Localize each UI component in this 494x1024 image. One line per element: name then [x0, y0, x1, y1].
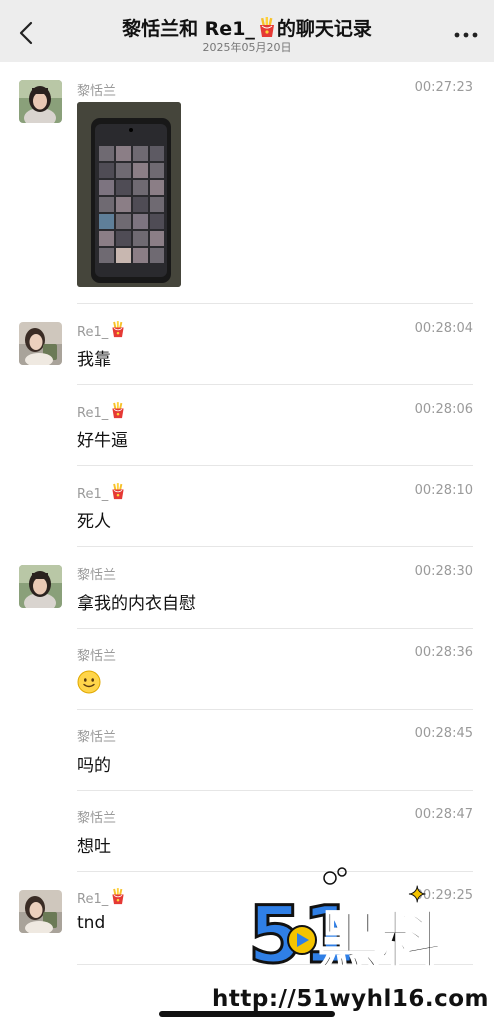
- message-time: 00:28:47: [414, 807, 473, 822]
- sender-name-text: Re1_: [77, 325, 109, 340]
- more-dots-icon[interactable]: [452, 22, 480, 44]
- message-time: 00:28:06: [414, 402, 473, 417]
- smile-emoji-icon: [77, 670, 101, 694]
- avatar[interactable]: [19, 80, 62, 123]
- message-divider: [77, 790, 473, 791]
- avatar[interactable]: [19, 890, 62, 933]
- message-text: 好牛逼: [77, 431, 128, 451]
- sender-name: 黎恬兰: [77, 84, 117, 99]
- sender-name: Re1_: [77, 321, 126, 340]
- message-text: 拿我的内衣自慰: [77, 594, 196, 614]
- message-divider: [77, 303, 473, 304]
- sender-name: Re1_: [77, 483, 126, 502]
- message-divider: [77, 628, 473, 629]
- sender-name: 黎恬兰: [77, 568, 117, 583]
- french-fries-icon: [110, 888, 126, 905]
- sender-name-text: Re1_: [77, 406, 109, 421]
- message-text: 想吐: [77, 837, 111, 857]
- message-time: 00:28:30: [414, 564, 473, 579]
- sender-name: 黎恬兰: [77, 730, 117, 745]
- french-fries-icon: [110, 402, 126, 419]
- photo-message[interactable]: [77, 102, 181, 287]
- message-text: tnd: [77, 913, 106, 933]
- message-divider: [77, 546, 473, 547]
- message-time: 00:28:04: [414, 321, 473, 336]
- french-fries-icon: [110, 483, 126, 500]
- message-time: 00:28:36: [414, 645, 473, 660]
- sender-name: Re1_: [77, 402, 126, 421]
- svg-text:✦: ✦: [408, 883, 426, 908]
- message-text: 死人: [77, 512, 111, 532]
- page-title: 黎恬兰和 Re1_ 的聊天记录: [0, 14, 494, 41]
- message-text: 吗的: [77, 756, 111, 776]
- watermark-logo: 51 黑料 ✦: [247, 867, 443, 983]
- message-text: 我靠: [77, 350, 111, 370]
- message-divider: [77, 709, 473, 710]
- message-time: 00:28:45: [414, 726, 473, 741]
- message-divider: [77, 465, 473, 466]
- chat-date: 2025年05月20日: [202, 41, 292, 54]
- message-time: 00:28:10: [414, 483, 473, 498]
- sender-name-text: Re1_: [77, 892, 109, 907]
- home-indicator[interactable]: [159, 1011, 335, 1017]
- chat-header: 黎恬兰和 Re1_ 的聊天记录 2025年05月20日: [0, 0, 494, 62]
- title-suffix: 的聊天记录: [276, 18, 372, 40]
- french-fries-icon: [257, 17, 277, 38]
- title-prefix: 黎恬兰和 Re1_: [122, 18, 255, 40]
- watermark-url: http://51wyhl16.com: [212, 986, 489, 1012]
- french-fries-icon: [110, 321, 126, 338]
- sender-name-text: Re1_: [77, 487, 109, 502]
- watermark: 51 黑料 ✦ http://51wyhl16.com: [208, 862, 494, 1024]
- message-divider: [77, 384, 473, 385]
- avatar[interactable]: [19, 565, 62, 608]
- sender-name: Re1_: [77, 888, 126, 907]
- avatar[interactable]: [19, 322, 62, 365]
- sender-name: 黎恬兰: [77, 649, 117, 664]
- watermark-brand-text: 黑料: [318, 904, 442, 977]
- sender-name: 黎恬兰: [77, 811, 117, 826]
- message-time: 00:27:23: [414, 80, 473, 95]
